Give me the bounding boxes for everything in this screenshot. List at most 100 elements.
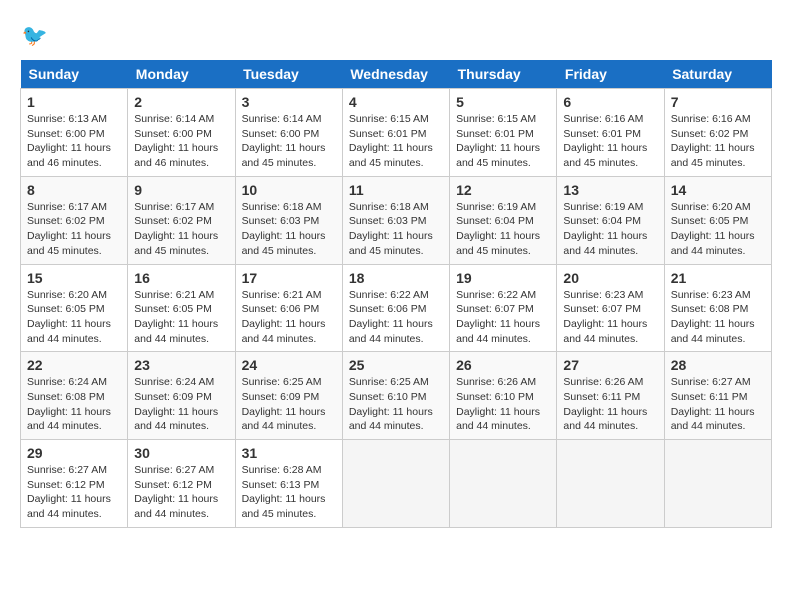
calendar-cell: 1Sunrise: 6:13 AM Sunset: 6:00 PM Daylig…: [21, 89, 128, 177]
calendar-cell: 19 Sunrise: 6:22 AM Sunset: 6:07 PM Dayli…: [450, 264, 557, 352]
day-info: Sunrise: 6:28 AM Sunset: 6:13 PM Dayligh…: [242, 463, 336, 522]
day-number: 18: [349, 270, 443, 286]
day-info: Sunrise: 6:16 AM Sunset: 6:01 PM Dayligh…: [563, 112, 657, 171]
week-row-2: 8 Sunrise: 6:17 AM Sunset: 6:02 PM Daylig…: [21, 176, 772, 264]
day-info: Sunrise: 6:14 AM Sunset: 6:00 PM Dayligh…: [242, 112, 336, 171]
day-number: 6: [563, 94, 657, 110]
logo-icon: 🐦: [20, 20, 50, 50]
calendar-cell: 30 Sunrise: 6:27 AM Sunset: 6:12 PM Dayli…: [128, 440, 235, 528]
calendar-cell: 12 Sunrise: 6:19 AM Sunset: 6:04 PM Dayli…: [450, 176, 557, 264]
calendar-cell: 22 Sunrise: 6:24 AM Sunset: 6:08 PM Dayli…: [21, 352, 128, 440]
day-info: Sunrise: 6:17 AM Sunset: 6:02 PM Dayligh…: [134, 200, 228, 259]
day-number: 3: [242, 94, 336, 110]
day-info: Sunrise: 6:26 AM Sunset: 6:11 PM Dayligh…: [563, 375, 657, 434]
calendar-cell: 10 Sunrise: 6:18 AM Sunset: 6:03 PM Dayli…: [235, 176, 342, 264]
calendar-cell: 2 Sunrise: 6:14 AM Sunset: 6:00 PM Daylig…: [128, 89, 235, 177]
day-number: 27: [563, 357, 657, 373]
calendar-cell: 21 Sunrise: 6:23 AM Sunset: 6:08 PM Dayli…: [664, 264, 771, 352]
calendar-cell: 31 Sunrise: 6:28 AM Sunset: 6:13 PM Dayli…: [235, 440, 342, 528]
day-number: 8: [27, 182, 121, 198]
week-row-5: 29 Sunrise: 6:27 AM Sunset: 6:12 PM Dayli…: [21, 440, 772, 528]
calendar-cell: 13 Sunrise: 6:19 AM Sunset: 6:04 PM Dayli…: [557, 176, 664, 264]
day-info: Sunrise: 6:23 AM Sunset: 6:08 PM Dayligh…: [671, 288, 765, 347]
week-row-1: 1Sunrise: 6:13 AM Sunset: 6:00 PM Daylig…: [21, 89, 772, 177]
calendar-cell: 11 Sunrise: 6:18 AM Sunset: 6:03 PM Dayli…: [342, 176, 449, 264]
calendar-cell: 9 Sunrise: 6:17 AM Sunset: 6:02 PM Daylig…: [128, 176, 235, 264]
calendar-cell: [342, 440, 449, 528]
day-number: 26: [456, 357, 550, 373]
day-number: 22: [27, 357, 121, 373]
calendar-cell: 6 Sunrise: 6:16 AM Sunset: 6:01 PM Daylig…: [557, 89, 664, 177]
day-number: 11: [349, 182, 443, 198]
calendar-cell: 23 Sunrise: 6:24 AM Sunset: 6:09 PM Dayli…: [128, 352, 235, 440]
day-number: 12: [456, 182, 550, 198]
day-number: 2: [134, 94, 228, 110]
day-info: Sunrise: 6:21 AM Sunset: 6:05 PM Dayligh…: [134, 288, 228, 347]
calendar-cell: [664, 440, 771, 528]
day-info: Sunrise: 6:18 AM Sunset: 6:03 PM Dayligh…: [349, 200, 443, 259]
day-number: 21: [671, 270, 765, 286]
day-info: Sunrise: 6:21 AM Sunset: 6:06 PM Dayligh…: [242, 288, 336, 347]
calendar-cell: 7 Sunrise: 6:16 AM Sunset: 6:02 PM Daylig…: [664, 89, 771, 177]
day-number: 10: [242, 182, 336, 198]
calendar-header-row: SundayMondayTuesdayWednesdayThursdayFrid…: [21, 60, 772, 89]
day-info: Sunrise: 6:22 AM Sunset: 6:06 PM Dayligh…: [349, 288, 443, 347]
calendar-table: SundayMondayTuesdayWednesdayThursdayFrid…: [20, 60, 772, 528]
day-number: 5: [456, 94, 550, 110]
day-number: 23: [134, 357, 228, 373]
day-info: Sunrise: 6:16 AM Sunset: 6:02 PM Dayligh…: [671, 112, 765, 171]
day-info: Sunrise: 6:18 AM Sunset: 6:03 PM Dayligh…: [242, 200, 336, 259]
calendar-cell: 4 Sunrise: 6:15 AM Sunset: 6:01 PM Daylig…: [342, 89, 449, 177]
day-number: 24: [242, 357, 336, 373]
day-info: Sunrise: 6:14 AM Sunset: 6:00 PM Dayligh…: [134, 112, 228, 171]
day-info: Sunrise: 6:20 AM Sunset: 6:05 PM Dayligh…: [671, 200, 765, 259]
day-info: Sunrise: 6:19 AM Sunset: 6:04 PM Dayligh…: [456, 200, 550, 259]
day-number: 28: [671, 357, 765, 373]
calendar-cell: 24Sunrise: 6:25 AM Sunset: 6:09 PM Dayli…: [235, 352, 342, 440]
page-header: 🐦: [20, 20, 772, 50]
calendar-cell: 20Sunrise: 6:23 AM Sunset: 6:07 PM Dayli…: [557, 264, 664, 352]
column-header-sunday: Sunday: [21, 60, 128, 89]
column-header-wednesday: Wednesday: [342, 60, 449, 89]
calendar-cell: 28Sunrise: 6:27 AM Sunset: 6:11 PM Dayli…: [664, 352, 771, 440]
calendar-cell: 5 Sunrise: 6:15 AM Sunset: 6:01 PM Daylig…: [450, 89, 557, 177]
calendar-cell: 26 Sunrise: 6:26 AM Sunset: 6:10 PM Dayli…: [450, 352, 557, 440]
day-info: Sunrise: 6:20 AM Sunset: 6:05 PM Dayligh…: [27, 288, 121, 347]
day-number: 29: [27, 445, 121, 461]
week-row-4: 22 Sunrise: 6:24 AM Sunset: 6:08 PM Dayli…: [21, 352, 772, 440]
day-info: Sunrise: 6:19 AM Sunset: 6:04 PM Dayligh…: [563, 200, 657, 259]
day-info: Sunrise: 6:22 AM Sunset: 6:07 PM Dayligh…: [456, 288, 550, 347]
calendar-cell: [450, 440, 557, 528]
calendar-cell: 18 Sunrise: 6:22 AM Sunset: 6:06 PM Dayli…: [342, 264, 449, 352]
day-info: Sunrise: 6:15 AM Sunset: 6:01 PM Dayligh…: [349, 112, 443, 171]
day-info: Sunrise: 6:15 AM Sunset: 6:01 PM Dayligh…: [456, 112, 550, 171]
column-header-saturday: Saturday: [664, 60, 771, 89]
calendar-cell: 3 Sunrise: 6:14 AM Sunset: 6:00 PM Daylig…: [235, 89, 342, 177]
day-info: Sunrise: 6:26 AM Sunset: 6:10 PM Dayligh…: [456, 375, 550, 434]
day-number: 19: [456, 270, 550, 286]
calendar-cell: 17 Sunrise: 6:21 AM Sunset: 6:06 PM Dayli…: [235, 264, 342, 352]
calendar-cell: 29 Sunrise: 6:27 AM Sunset: 6:12 PM Dayli…: [21, 440, 128, 528]
day-number: 15: [27, 270, 121, 286]
day-number: 9: [134, 182, 228, 198]
calendar-cell: [557, 440, 664, 528]
day-number: 31: [242, 445, 336, 461]
day-number: 25: [349, 357, 443, 373]
day-number: 13: [563, 182, 657, 198]
day-info: Sunrise: 6:13 AM Sunset: 6:00 PM Dayligh…: [27, 112, 121, 171]
day-number: 7: [671, 94, 765, 110]
calendar-cell: 14Sunrise: 6:20 AM Sunset: 6:05 PM Dayli…: [664, 176, 771, 264]
day-info: Sunrise: 6:24 AM Sunset: 6:08 PM Dayligh…: [27, 375, 121, 434]
column-header-thursday: Thursday: [450, 60, 557, 89]
day-info: Sunrise: 6:17 AM Sunset: 6:02 PM Dayligh…: [27, 200, 121, 259]
day-number: 30: [134, 445, 228, 461]
calendar-cell: 25Sunrise: 6:25 AM Sunset: 6:10 PM Dayli…: [342, 352, 449, 440]
calendar-cell: 16Sunrise: 6:21 AM Sunset: 6:05 PM Dayli…: [128, 264, 235, 352]
day-info: Sunrise: 6:24 AM Sunset: 6:09 PM Dayligh…: [134, 375, 228, 434]
calendar-cell: 27 Sunrise: 6:26 AM Sunset: 6:11 PM Dayli…: [557, 352, 664, 440]
day-number: 4: [349, 94, 443, 110]
day-number: 17: [242, 270, 336, 286]
day-info: Sunrise: 6:27 AM Sunset: 6:12 PM Dayligh…: [134, 463, 228, 522]
day-info: Sunrise: 6:27 AM Sunset: 6:12 PM Dayligh…: [27, 463, 121, 522]
column-header-tuesday: Tuesday: [235, 60, 342, 89]
